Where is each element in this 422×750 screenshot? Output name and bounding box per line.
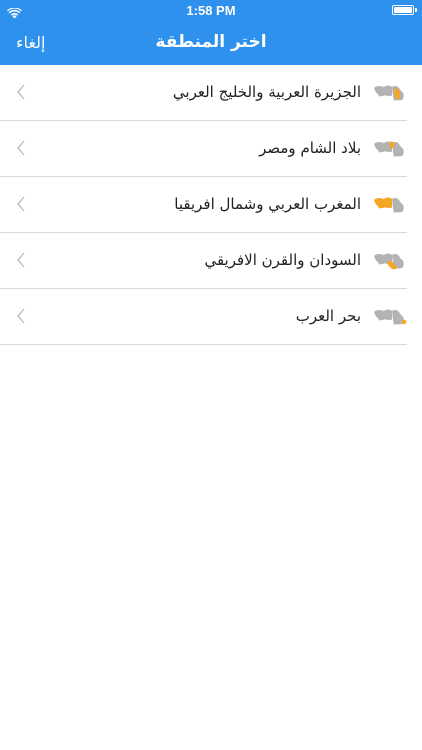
battery-level [394,7,412,13]
status-bar: 1:58 PM [0,0,422,22]
region-label: بلاد الشام ومصر [259,139,361,157]
region-list: الجزيرة العربية والخليج العربي بلاد الشا… [0,65,422,345]
status-time: 1:58 PM [186,3,236,18]
region-row-sudan-horn[interactable]: السودان والقرن الافريقي [0,233,407,289]
arab-map-horn-highlight-icon [374,253,404,270]
arab-map-levant-highlight-icon [374,141,404,157]
battery-tip [415,8,417,12]
chevron-left-icon [16,196,25,212]
region-row-arabian-sea[interactable]: بحر العرب [0,289,407,345]
region-label: بحر العرب [295,307,361,325]
chevron-left-icon [16,84,25,100]
battery-icon [392,5,414,15]
chevron-left-icon [16,140,25,156]
page-title: اختر المنطقة [155,32,267,52]
region-label: الجزيرة العربية والخليج العربي [172,83,361,101]
region-row-gulf[interactable]: الجزيرة العربية والخليج العربي [0,65,407,121]
region-label: السودان والقرن الافريقي [204,251,361,269]
region-label: المغرب العربي وشمال افريقيا [174,195,361,213]
chevron-left-icon [16,252,25,268]
chevron-left-icon [16,308,25,324]
region-row-levant[interactable]: بلاد الشام ومصر [0,121,407,177]
region-row-maghreb[interactable]: المغرب العربي وشمال افريقيا [0,177,407,233]
arab-map-maghreb-highlight-icon [374,197,404,213]
app-header: 1:58 PM إلغاء اختر المنطقة [0,0,422,65]
arab-map-gulf-highlight-icon [374,85,404,101]
navigation-bar: إلغاء اختر المنطقة [0,22,422,65]
arab-map-arabian-sea-highlight-icon [374,309,407,325]
